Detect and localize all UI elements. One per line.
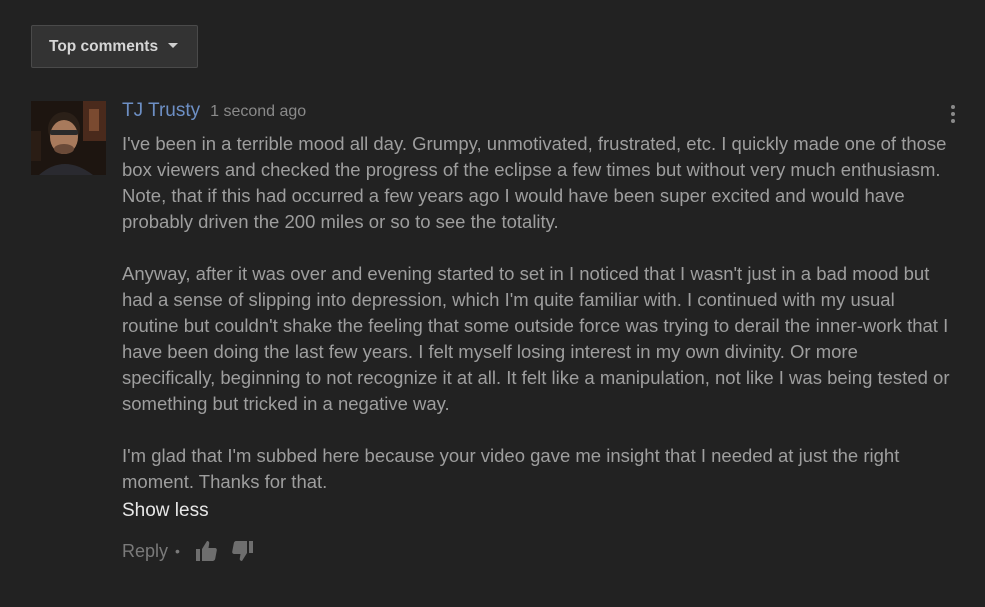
avatar[interactable] bbox=[31, 101, 106, 175]
comment-timestamp[interactable]: 1 second ago bbox=[210, 103, 306, 121]
comment-paragraph: Anyway, after it was over and evening st… bbox=[122, 263, 950, 414]
comment: TJ Trusty 1 second ago I've been in a te… bbox=[122, 100, 952, 524]
reply-button[interactable]: Reply bbox=[122, 541, 168, 562]
comment-paragraph: I'm glad that I'm subbed here because yo… bbox=[122, 445, 900, 492]
user-avatar-image bbox=[31, 101, 106, 175]
action-separator: • bbox=[175, 543, 180, 559]
sort-comments-button[interactable]: Top comments bbox=[31, 25, 198, 68]
sort-label: Top comments bbox=[49, 37, 159, 55]
comment-body: I've been in a terrible mood all day. Gr… bbox=[122, 131, 952, 495]
comments-section: Top comments TJ Trusty 1 second ago I've… bbox=[0, 0, 985, 607]
comment-header: TJ Trusty 1 second ago bbox=[122, 100, 952, 126]
show-less-link[interactable]: Show less bbox=[122, 498, 209, 524]
comment-actions: Reply • bbox=[122, 537, 255, 565]
dropdown-caret-icon bbox=[168, 43, 179, 48]
comment-author[interactable]: TJ Trusty bbox=[122, 100, 200, 122]
thumbs-down-icon[interactable] bbox=[231, 539, 255, 563]
thumbs-up-icon[interactable] bbox=[194, 539, 218, 563]
comment-paragraph: I've been in a terrible mood all day. Gr… bbox=[122, 133, 947, 232]
